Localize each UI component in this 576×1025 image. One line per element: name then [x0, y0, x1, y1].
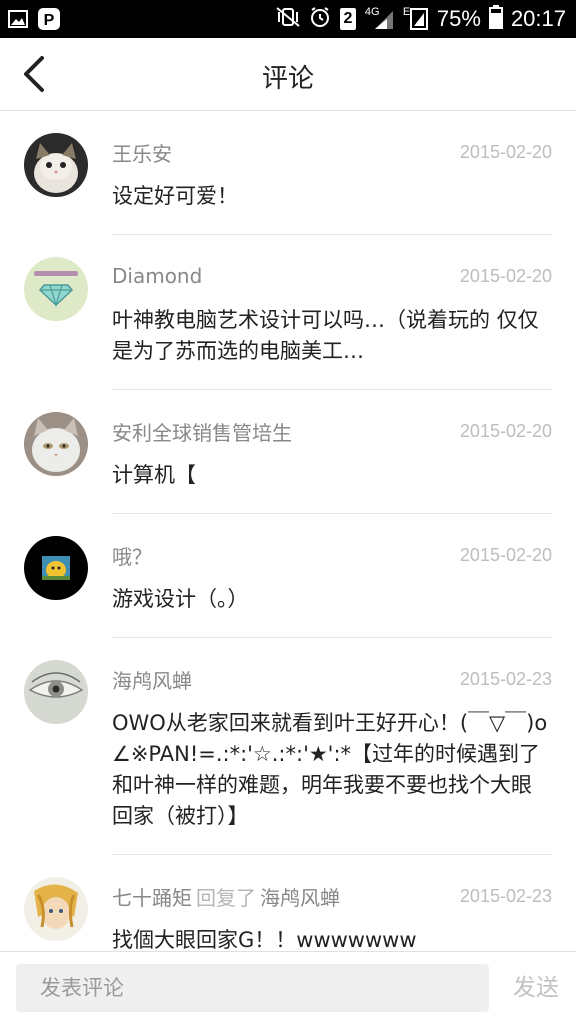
comment-author[interactable]: 王乐安	[112, 138, 172, 167]
comment-text: OWO从老家回来就看到叶王好开心！(￣▽￣)o∠※PAN!=.:*:'☆.:*:…	[112, 711, 548, 828]
comment-date: 2015-02-23	[459, 668, 552, 689]
comment-item[interactable]: Diamond 2015-02-20 叶神教电脑艺术设计可以吗…（说着玩的 仅仅…	[0, 235, 576, 390]
comment-item[interactable]: 安利全球销售管培生 2015-02-20 计算机【	[0, 390, 576, 514]
comment-author[interactable]: Diamond	[112, 264, 202, 288]
page-title: 评论	[261, 64, 314, 94]
comment-text: 游戏设计（。）	[112, 587, 249, 611]
battery-icon	[488, 5, 503, 33]
comment-item[interactable]: 哦？ 2015-02-20 游戏设计（。）	[0, 514, 576, 638]
comment-text: 叶神教电脑艺术设计可以吗…（说着玩的 仅仅是为了苏而选的电脑美工…	[112, 308, 539, 363]
reply-label: 回复了	[196, 885, 256, 910]
comment-text: 计算机【	[112, 463, 196, 487]
sim-slot-number: 2	[343, 10, 353, 27]
comment-date: 2015-02-23	[459, 885, 552, 906]
reply-target-author[interactable]: 海鸬风蝉	[260, 886, 340, 910]
battery-percent: 75%	[436, 6, 481, 31]
avatar[interactable]	[24, 257, 88, 321]
comment-input[interactable]	[16, 964, 489, 1012]
svg-text:P: P	[44, 12, 55, 29]
parking-app-icon: P	[38, 8, 60, 34]
comment-author[interactable]: 哦？	[112, 541, 152, 570]
avatar[interactable]	[24, 536, 88, 600]
comment-date: 2015-02-20	[459, 141, 552, 162]
comment-date: 2015-02-20	[459, 544, 552, 565]
app-header: 评论	[0, 38, 576, 111]
status-bar: P 2 4G E 75% 20:17	[0, 0, 576, 38]
comment-item[interactable]: 海鸬风蝉 2015-02-23 OWO从老家回来就看到叶王好开心！(￣▽￣)o∠…	[0, 638, 576, 855]
comment-date: 2015-02-20	[459, 420, 552, 441]
avatar[interactable]	[24, 412, 88, 476]
cellular-signal-icon: 4G	[365, 7, 395, 31]
comment-item[interactable]: 七十踊矩 回复了 海鸬风蝉 2015-02-23 找個大眼回家G！！wwwwwww	[0, 855, 576, 951]
alarm-icon	[309, 6, 331, 32]
comment-text: 找個大眼回家G！！wwwwwww	[112, 928, 417, 951]
vibrate-mute-icon	[275, 6, 301, 32]
cellular-signal-2-icon: E	[403, 7, 429, 31]
send-button[interactable]: 发送	[496, 964, 576, 1012]
comment-date: 2015-02-20	[459, 265, 552, 286]
image-notification-icon	[8, 10, 28, 32]
reply-header: 七十踊矩 回复了 海鸬风蝉	[112, 882, 340, 911]
comment-list[interactable]: 王乐安 2015-02-20 设定好可爱！ Diamond 2015-02-20…	[0, 111, 576, 951]
comment-text: 设定好可爱！	[112, 184, 238, 208]
comment-item[interactable]: 王乐安 2015-02-20 设定好可爱！	[0, 111, 576, 235]
avatar[interactable]	[24, 877, 88, 941]
comment-author[interactable]: 七十踊矩	[112, 886, 192, 910]
avatar[interactable]	[24, 660, 88, 724]
comment-compose-bar: 发送	[0, 951, 576, 1025]
sim-slot-icon: 2	[339, 7, 357, 31]
clock: 20:17	[510, 6, 566, 31]
comment-author[interactable]: 安利全球销售管培生	[112, 417, 292, 446]
avatar[interactable]	[24, 133, 88, 197]
comment-author[interactable]: 海鸬风蝉	[112, 665, 192, 694]
